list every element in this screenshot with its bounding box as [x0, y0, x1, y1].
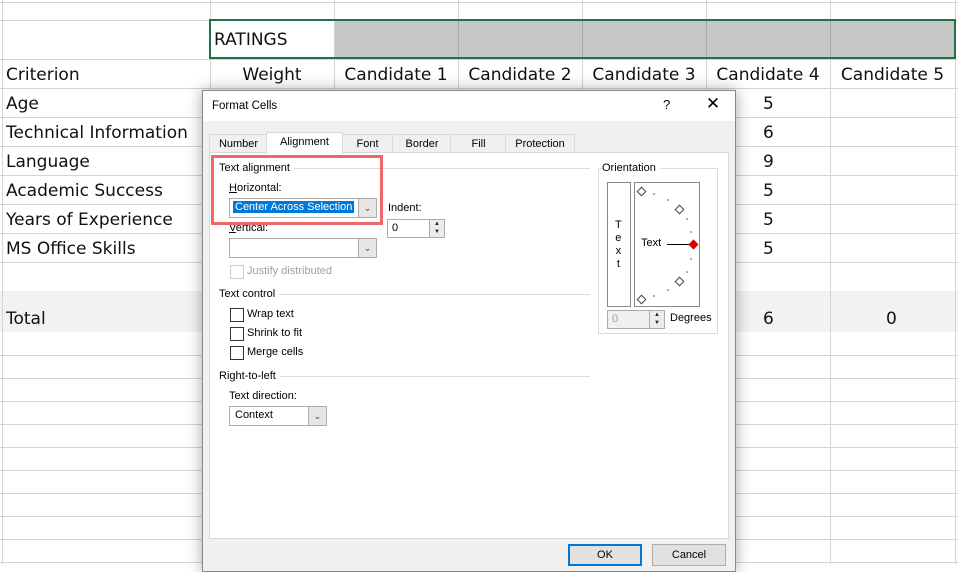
rtl-group-label: Right-to-left [219, 370, 280, 382]
candidate-4-value[interactable]: 9 [763, 148, 774, 177]
dial-pointer [667, 244, 689, 245]
wrap-text-label: Wrap text [247, 308, 294, 320]
candidate-4-value[interactable]: 5 [763, 177, 774, 206]
gridline [0, 59, 958, 60]
cancel-button[interactable]: Cancel [652, 544, 726, 566]
red-diamond-marker[interactable] [688, 239, 699, 250]
vertical-text-button[interactable]: T e x t [607, 182, 631, 307]
tab-alignment[interactable]: Alignment [266, 132, 343, 154]
horizontal-value: Center Across Selection [231, 200, 356, 214]
close-icon[interactable]: ✕ [703, 94, 723, 114]
gridline [706, 21, 707, 58]
total-candidate-5[interactable]: 0 [886, 305, 897, 334]
header-weight[interactable]: Weight [210, 61, 334, 90]
dial-text: Text [641, 237, 662, 249]
criterion-cell[interactable]: Language [6, 148, 90, 177]
text-control-group-label: Text control [219, 288, 280, 300]
criterion-cell[interactable]: Years of Experience [6, 206, 173, 235]
degrees-label: Degrees [670, 312, 712, 324]
help-button[interactable]: ? [663, 97, 670, 112]
shrink-to-fit-label: Shrink to fit [247, 327, 303, 339]
text-direction-select[interactable]: Context ⌄ [229, 406, 327, 426]
header-criterion[interactable]: Criterion [6, 61, 80, 90]
total-candidate-4[interactable]: 6 [763, 305, 774, 334]
tab-border[interactable]: Border [392, 134, 452, 153]
indent-spinner[interactable]: 0 ▲ ▼ [387, 219, 445, 238]
chevron-down-icon[interactable]: ⌄ [358, 239, 376, 257]
header-candidate-5[interactable]: Candidate 5 [830, 61, 955, 90]
spin-up-icon[interactable]: ▲ [650, 311, 664, 319]
gridline [582, 21, 583, 58]
spin-up-icon[interactable]: ▲ [430, 220, 444, 228]
justify-distributed-checkbox[interactable] [230, 265, 244, 279]
tab-number[interactable]: Number [209, 134, 268, 153]
criterion-cell[interactable]: Technical Information [6, 119, 188, 148]
degrees-value: 0 [612, 313, 619, 325]
dial-dot [686, 218, 688, 220]
merge-cells-checkbox[interactable] [230, 346, 244, 360]
diamond-marker [674, 276, 685, 287]
dial-dot [686, 271, 688, 273]
gridline [830, 21, 831, 58]
ratings-cell[interactable]: RATINGS [214, 26, 288, 55]
dial-dot [690, 231, 692, 233]
indent-label: Indent: [388, 202, 422, 214]
shrink-to-fit-checkbox[interactable] [230, 327, 244, 341]
header-candidate-1[interactable]: Candidate 1 [334, 61, 458, 90]
total-label[interactable]: Total [6, 305, 46, 334]
diamond-marker [636, 294, 647, 305]
candidate-4-value[interactable]: 6 [763, 119, 774, 148]
header-candidate-2[interactable]: Candidate 2 [458, 61, 582, 90]
wrap-text-checkbox[interactable] [230, 308, 244, 322]
tab-fill[interactable]: Fill [450, 134, 507, 153]
selected-range-fill [335, 21, 955, 58]
merge-cells-label: Merge cells [247, 346, 304, 358]
alignment-page: Text alignment Horizontal: Center Across… [209, 152, 729, 539]
vertical-label: Vertical: [229, 222, 269, 234]
text-direction-label: Text direction: [229, 390, 297, 402]
criterion-cell[interactable]: Age [6, 90, 39, 119]
dial-dot [667, 199, 669, 201]
gridline [0, 2, 958, 3]
dial-dot [653, 193, 655, 195]
text-direction-value: Context [235, 409, 273, 421]
dial-dot [653, 295, 655, 297]
horizontal-select[interactable]: Center Across Selection ⌄ [229, 198, 377, 218]
criterion-cell[interactable]: MS Office Skills [6, 235, 136, 264]
gridline [2, 0, 3, 564]
tab-font[interactable]: Font [341, 134, 394, 153]
candidate-4-value[interactable]: 5 [763, 206, 774, 235]
justify-distributed-label: Justify distributed [247, 265, 332, 277]
vertical-select[interactable]: ⌄ [229, 238, 377, 258]
indent-value: 0 [392, 222, 399, 234]
gridline [458, 21, 459, 58]
degrees-spinner[interactable]: 0 ▲ ▼ [607, 310, 665, 329]
orientation-dial[interactable]: Text [634, 182, 700, 307]
format-cells-dialog: Format Cells ? ✕ Number Alignment Font B… [202, 90, 736, 572]
diamond-marker [674, 204, 685, 215]
dial-dot [667, 289, 669, 291]
diamond-marker [636, 186, 647, 197]
dialog-title: Format Cells [212, 100, 278, 112]
gridline [955, 0, 956, 564]
tab-protection[interactable]: Protection [505, 134, 575, 153]
spin-down-icon[interactable]: ▼ [650, 319, 664, 327]
ok-button[interactable]: OK [568, 544, 642, 566]
horizontal-label: Horizontal: [229, 182, 282, 194]
criterion-cell[interactable]: Academic Success [6, 177, 163, 206]
orientation-group-label: Orientation [602, 162, 660, 174]
candidate-4-value[interactable]: 5 [763, 235, 774, 264]
dial-dot [690, 258, 692, 260]
candidate-4-value[interactable]: 5 [763, 90, 774, 119]
header-candidate-4[interactable]: Candidate 4 [706, 61, 830, 90]
vertical-text: T e x t [615, 219, 622, 270]
chevron-down-icon[interactable]: ⌄ [358, 199, 376, 217]
header-candidate-3[interactable]: Candidate 3 [582, 61, 706, 90]
chevron-down-icon[interactable]: ⌄ [308, 407, 326, 425]
spin-down-icon[interactable]: ▼ [430, 228, 444, 236]
dialog-titlebar[interactable] [203, 91, 735, 121]
text-alignment-group-label: Text alignment [219, 162, 294, 174]
